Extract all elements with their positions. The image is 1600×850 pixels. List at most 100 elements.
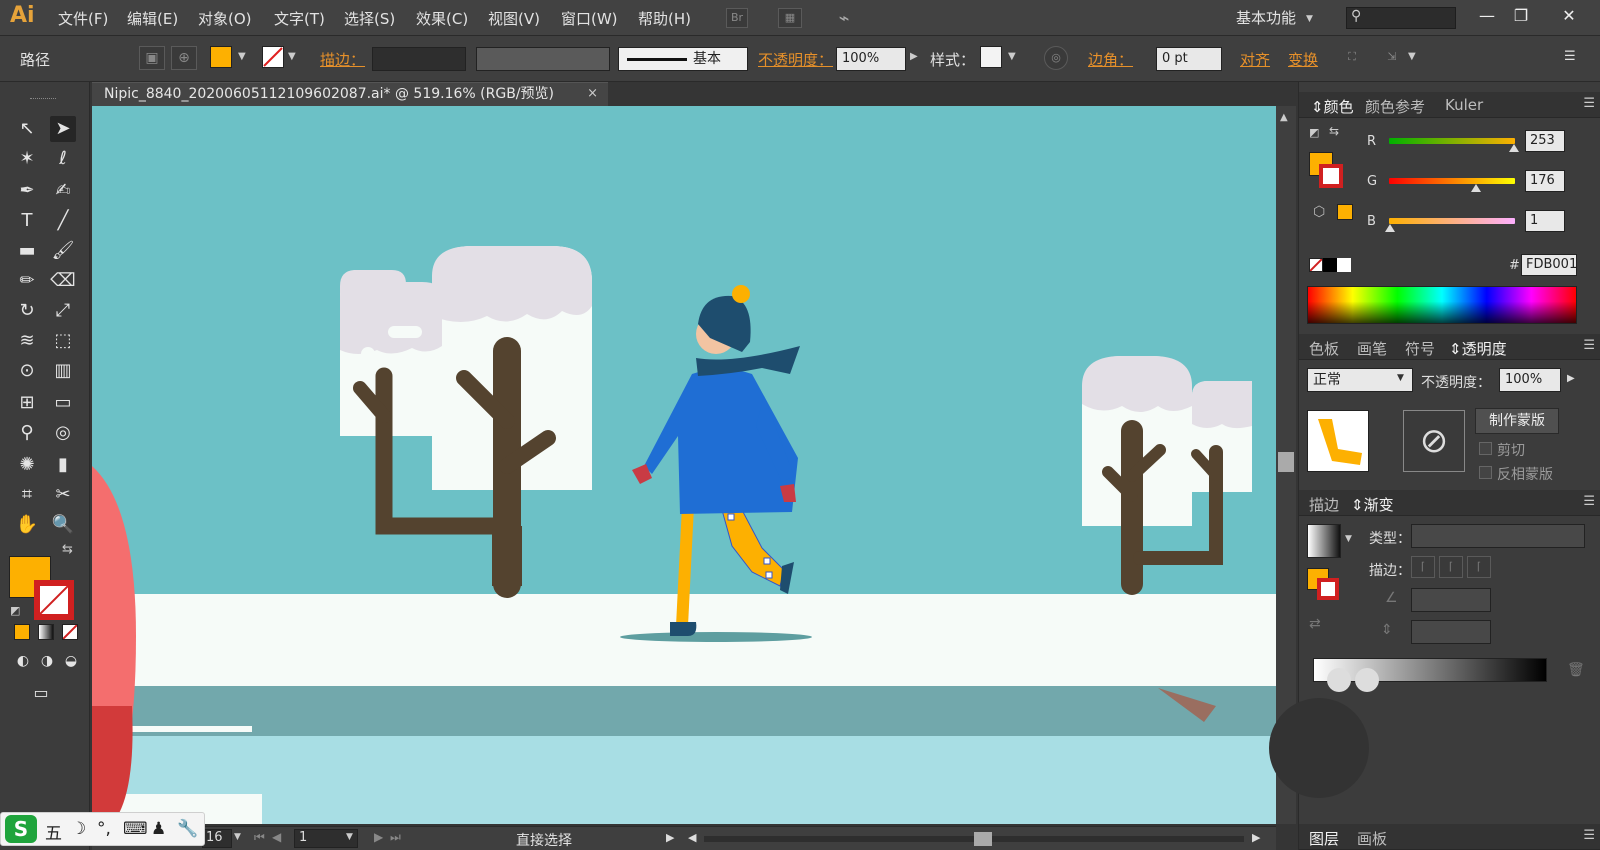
- menu-window[interactable]: 窗口(W): [561, 8, 618, 29]
- puppet-warp-icon[interactable]: ⇲: [1380, 46, 1404, 70]
- workspace-switcher[interactable]: 基本功能: [1236, 7, 1296, 28]
- restore-button[interactable]: ❐: [1504, 3, 1538, 29]
- channel-r-thumb[interactable]: [1509, 144, 1519, 152]
- menu-type[interactable]: 文字(T): [274, 8, 325, 29]
- gamut-swatch[interactable]: [1337, 204, 1353, 220]
- menu-view[interactable]: 视图(V): [488, 8, 540, 29]
- tab-symbols[interactable]: 符号: [1405, 338, 1435, 359]
- artboard-tool-icon[interactable]: ⌗: [14, 482, 40, 508]
- variable-width-dropdown[interactable]: [476, 47, 610, 71]
- close-window-button[interactable]: ✕: [1552, 3, 1586, 29]
- eyedropper-tool-icon[interactable]: ⚲: [14, 420, 40, 446]
- document-tab[interactable]: Nipic_8840_20200605112109602087.ai* @ 51…: [92, 82, 608, 106]
- menu-select[interactable]: 选择(S): [344, 8, 395, 29]
- tab-brushes[interactable]: 画笔: [1357, 338, 1387, 359]
- ime-settings-icon[interactable]: 🔧: [177, 819, 198, 839]
- search-input[interactable]: ⚲: [1346, 7, 1456, 29]
- paintbrush-tool-icon[interactable]: 🖌: [50, 238, 76, 264]
- gradient-preview[interactable]: [1307, 524, 1341, 558]
- graphic-style-swatch[interactable]: [980, 46, 1002, 68]
- stroke-along-icon[interactable]: ⌈: [1439, 556, 1463, 578]
- hand-tool-icon[interactable]: ✋: [14, 512, 40, 538]
- warp-tool-icon[interactable]: ≋: [14, 328, 40, 354]
- fill-swatch[interactable]: [210, 46, 232, 68]
- gradient-stroke-swatch[interactable]: [1317, 578, 1339, 600]
- reverse-gradient-icon[interactable]: ⇄: [1309, 616, 1321, 632]
- ime-keyboard-icon[interactable]: ⌨: [123, 819, 148, 839]
- gradient-angle-field[interactable]: [1411, 588, 1491, 612]
- lasso-tool-icon[interactable]: ℓ: [50, 146, 76, 172]
- draw-behind-icon[interactable]: ◑: [34, 648, 60, 674]
- sync-settings-icon[interactable]: ⌁: [832, 8, 856, 29]
- gradient-tool-icon[interactable]: ▭: [50, 390, 76, 416]
- menu-object[interactable]: 对象(O): [198, 8, 252, 29]
- default-colors-icon[interactable]: ◩: [1309, 126, 1319, 139]
- chevron-down-icon[interactable]: ▼: [1408, 51, 1416, 62]
- blend-tool-icon[interactable]: ◎: [50, 420, 76, 446]
- status-menu-icon[interactable]: ▶: [666, 831, 674, 844]
- menu-help[interactable]: 帮助(H): [638, 8, 691, 29]
- tab-artboards[interactable]: 画板: [1357, 828, 1387, 849]
- tab-kuler[interactable]: Kuler: [1445, 96, 1483, 114]
- none-color-icon[interactable]: [1309, 258, 1323, 272]
- channel-r-slider[interactable]: [1389, 138, 1515, 144]
- first-page-icon[interactable]: ⏮: [254, 830, 265, 845]
- tab-color[interactable]: ⇕颜色: [1311, 96, 1354, 117]
- slice-tool-icon[interactable]: ✂: [50, 482, 76, 508]
- vertical-scroll-thumb[interactable]: [1278, 452, 1294, 472]
- panel-menu-icon[interactable]: ☰: [1583, 828, 1595, 843]
- tab-swatches[interactable]: 色板: [1309, 338, 1339, 359]
- symbol-sprayer-tool-icon[interactable]: ✺: [14, 452, 40, 478]
- next-page-icon[interactable]: ▶: [374, 830, 383, 844]
- shape-builder-tool-icon[interactable]: ⊙: [14, 358, 40, 384]
- corner-label[interactable]: 边角：: [1088, 49, 1133, 70]
- zoom-tool-icon[interactable]: 🔍: [50, 512, 76, 538]
- ime-logo[interactable]: S: [5, 815, 37, 843]
- black-color-swatch[interactable]: [1323, 258, 1337, 272]
- control-bar-menu-icon[interactable]: ☰: [1564, 49, 1576, 64]
- channel-g-slider[interactable]: [1389, 178, 1515, 184]
- gradient-type-dropdown[interactable]: [1411, 524, 1585, 548]
- last-page-icon[interactable]: ⏭: [390, 830, 401, 845]
- pencil-tool-icon[interactable]: ✏: [14, 268, 40, 294]
- color-spectrum[interactable]: [1307, 286, 1577, 324]
- ime-user-icon[interactable]: ♟: [151, 819, 166, 839]
- no-mask-icon[interactable]: ⊘: [1403, 410, 1465, 472]
- pen-tool-icon[interactable]: ✒: [14, 178, 40, 204]
- stroke-label[interactable]: 描边：: [320, 49, 365, 70]
- menu-edit[interactable]: 编辑(E): [127, 8, 178, 29]
- gradient-mode-icon[interactable]: [38, 624, 54, 640]
- tab-gradient[interactable]: ⇕渐变: [1351, 494, 1394, 515]
- horizontal-scroll-thumb[interactable]: [974, 832, 992, 846]
- channel-g-value[interactable]: 176: [1525, 170, 1565, 192]
- type-tool-icon[interactable]: T: [14, 208, 40, 234]
- color-panel-stroke[interactable]: [1319, 164, 1343, 188]
- magic-wand-tool-icon[interactable]: ✶: [14, 146, 40, 172]
- chevron-down-icon[interactable]: ▼: [234, 832, 241, 842]
- target-icon[interactable]: ⊕: [171, 46, 197, 70]
- tab-stroke[interactable]: 描边: [1309, 494, 1339, 515]
- channel-b-slider[interactable]: [1389, 218, 1515, 224]
- perspective-grid-tool-icon[interactable]: ▥: [50, 358, 76, 384]
- tab-layers[interactable]: 图层: [1309, 828, 1339, 849]
- opacity-field[interactable]: 100%: [836, 47, 906, 71]
- channel-b-thumb[interactable]: [1385, 224, 1395, 232]
- zoom-field[interactable]: 16: [202, 829, 232, 848]
- chevron-down-icon[interactable]: ▼: [288, 51, 296, 62]
- channel-b-value[interactable]: 1: [1525, 210, 1565, 232]
- panel-menu-icon[interactable]: ☰: [1583, 338, 1595, 353]
- invert-mask-checkbox[interactable]: [1479, 466, 1492, 479]
- stroke-color-swatch[interactable]: [34, 580, 74, 620]
- free-transform-tool-icon[interactable]: ⬚: [50, 328, 76, 354]
- white-color-swatch[interactable]: [1337, 258, 1351, 272]
- panel-menu-icon[interactable]: ☰: [1583, 494, 1595, 509]
- panel-grip[interactable]: [30, 98, 56, 101]
- canvas-area[interactable]: [92, 106, 1284, 824]
- ime-moon-icon[interactable]: ☽: [71, 819, 86, 839]
- scroll-right-icon[interactable]: ▶: [1252, 831, 1260, 844]
- brush-dropdown[interactable]: 基本: [618, 47, 748, 71]
- none-mode-icon[interactable]: [62, 624, 78, 640]
- rectangle-tool-icon[interactable]: ▬: [14, 238, 40, 264]
- prev-page-icon[interactable]: ◀: [272, 830, 281, 844]
- bridge-button[interactable]: Br: [726, 8, 748, 28]
